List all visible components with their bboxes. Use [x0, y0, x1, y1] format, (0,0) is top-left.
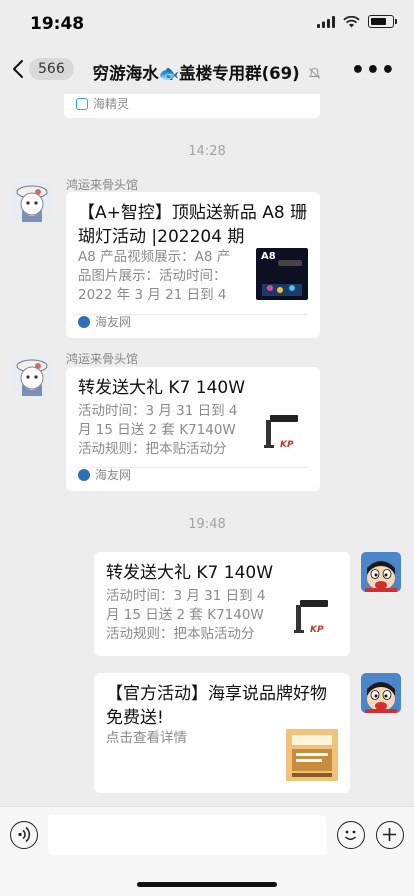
status-bar: 19:48: [0, 0, 414, 48]
card-thumbnail: KP: [256, 405, 308, 457]
message-input[interactable]: [48, 815, 326, 855]
haijingling-source-icon: [76, 97, 88, 110]
card-desc: 点击查看详情: [106, 730, 187, 746]
link-card-k7[interactable]: 转发送大礼 K7 140W 活动时间：3 月 31 日到 4 月 15 日送 2…: [66, 367, 320, 491]
cartoon-boy-avatar-icon: [361, 673, 401, 713]
anime-avatar-icon: [12, 356, 52, 396]
card-title: 【A+智控】顶贴送新品 A8 珊瑚灯活动 |202204 期: [78, 203, 308, 247]
status-icons: [317, 15, 397, 28]
partial-link-card[interactable]: 海精灵: [64, 94, 320, 118]
more-icon: •••: [350, 58, 396, 83]
status-time: 19:48: [30, 14, 85, 34]
sender-name: 鸿运来骨头馆: [66, 178, 139, 192]
card-title: 【官方活动】海享说品牌好物免费送!: [106, 684, 327, 728]
chat-area[interactable]: 海精灵 14:28 鸿运来骨头馆 【A+智控】顶贴送新品 A8 珊瑚灯活动 |2…: [0, 94, 414, 806]
card-title: 转发送大礼 K7 140W: [106, 563, 274, 583]
haiyouwang-source-icon: [78, 468, 90, 481]
home-indicator: [137, 882, 277, 887]
timestamp: 14:28: [188, 144, 226, 159]
card-thumbnail: [286, 729, 338, 781]
sender-avatar[interactable]: [12, 356, 52, 396]
more-functions-button[interactable]: [376, 821, 404, 849]
chat-title-text: 穷游海水🐟盖楼专用群(69): [92, 64, 300, 83]
promo-poster-image: [286, 729, 338, 781]
card-source: 海友网: [78, 313, 131, 330]
k7-lamp-image: KP: [264, 415, 298, 450]
battery-icon: [368, 15, 397, 28]
sender-avatar[interactable]: [12, 182, 52, 222]
plus-icon: [383, 828, 396, 841]
wifi-icon: [343, 15, 360, 27]
card-desc: 活动时间：3 月 31 日到 4 月 15 日送 2 套 K7140W 活动规则…: [106, 588, 266, 642]
more-button[interactable]: •••: [351, 58, 396, 83]
card-source: 海精灵: [76, 95, 129, 112]
anime-avatar-icon: [12, 182, 52, 222]
voice-icon: [18, 826, 31, 843]
svg-text:KP: KP: [280, 440, 294, 450]
link-card-a8[interactable]: 【A+智控】顶贴送新品 A8 珊瑚灯活动 |202204 期 A8 产品视频展示…: [66, 192, 320, 338]
haiyouwang-source-icon: [78, 315, 90, 328]
link-card-haixiangshuo-sent[interactable]: 【官方活动】海享说品牌好物免费送! 点击查看详情: [94, 673, 350, 793]
emoji-icon: [344, 830, 357, 840]
mute-bell-icon: [309, 67, 321, 79]
svg-text:KP: KP: [310, 625, 324, 635]
card-thumbnail: KP: [286, 590, 338, 642]
self-avatar[interactable]: [361, 552, 401, 592]
self-avatar[interactable]: [361, 673, 401, 713]
link-card-k7-sent[interactable]: 转发送大礼 K7 140W 活动时间：3 月 31 日到 4 月 15 日送 2…: [94, 552, 350, 656]
card-thumbnail: A8: [256, 248, 308, 300]
nav-bar: 566 穷游海水🐟盖楼专用群(69) •••: [0, 48, 414, 94]
cartoon-boy-avatar-icon: [361, 552, 401, 592]
timestamp: 19:48: [188, 517, 226, 532]
k7-lamp-image: KP: [294, 600, 328, 635]
card-desc: A8 产品视频展示：A8 产品图片展示：活动时间：2022 年 3 月 21 日…: [78, 249, 231, 303]
card-source: 海友网: [78, 466, 131, 483]
card-title: 转发送大礼 K7 140W: [78, 378, 246, 398]
signal-icon: [317, 15, 335, 28]
aquarium-lamp-image: [262, 260, 302, 296]
sender-name: 鸿运来骨头馆: [66, 352, 139, 366]
emoji-button[interactable]: [337, 821, 365, 849]
card-desc: 活动时间：3 月 31 日到 4 月 15 日送 2 套 K7140W 活动规则…: [78, 403, 238, 457]
voice-button[interactable]: [10, 821, 38, 849]
